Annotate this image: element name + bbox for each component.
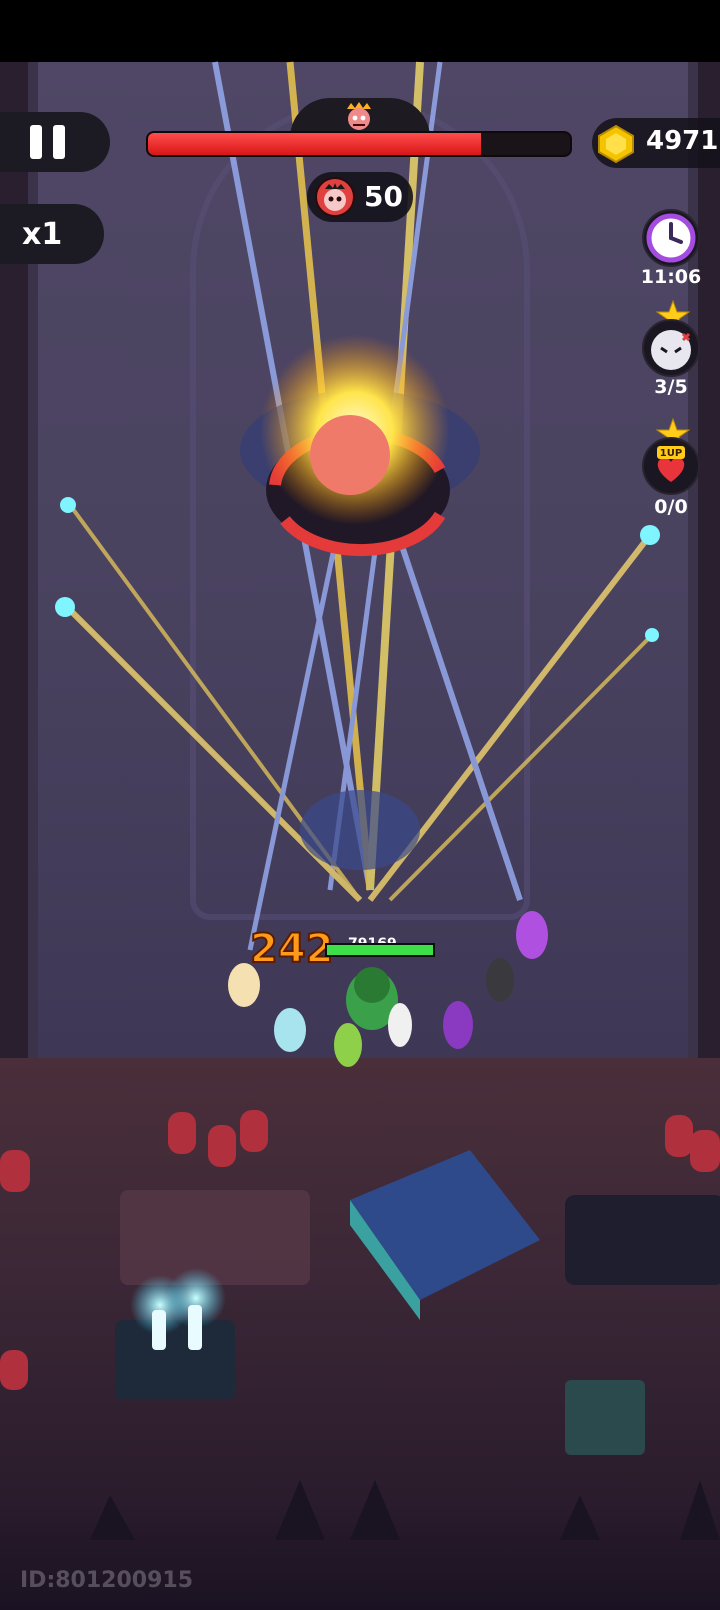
speed-label: x1 <box>22 217 63 252</box>
enemy-skull-icon <box>315 177 355 217</box>
battle-scene <box>0 61 720 1540</box>
room-decor <box>0 1110 720 1540</box>
elite-value: 3/5 <box>654 376 688 398</box>
player-health-fill <box>327 945 433 955</box>
player-id: ID:801200915 <box>20 1568 194 1593</box>
elite-skull-icon <box>642 319 700 377</box>
clock-icon <box>642 209 700 267</box>
player-health-bar <box>325 943 435 957</box>
kill-count: 50 <box>364 180 403 213</box>
boss-skull-icon <box>347 102 371 130</box>
coin-icon <box>598 124 634 164</box>
boss-health-bar <box>146 131 572 157</box>
pause-button[interactable] <box>0 112 110 172</box>
damage-number: 242 <box>249 925 334 973</box>
coin-amount: 4971 <box>646 126 719 156</box>
timer-value: 11:06 <box>640 266 702 288</box>
boss-health-fill <box>148 133 482 155</box>
game-stage[interactable]: x1 4971 50 11:06 3/5 1UP 0/0 242 ID:8012… <box>0 0 720 1610</box>
1up-heart-icon: 1UP <box>642 437 700 495</box>
revive-value: 0/0 <box>654 496 688 518</box>
boss <box>260 335 450 557</box>
1up-label: 1UP <box>660 448 682 459</box>
speed-toggle-button[interactable]: x1 <box>0 204 104 264</box>
